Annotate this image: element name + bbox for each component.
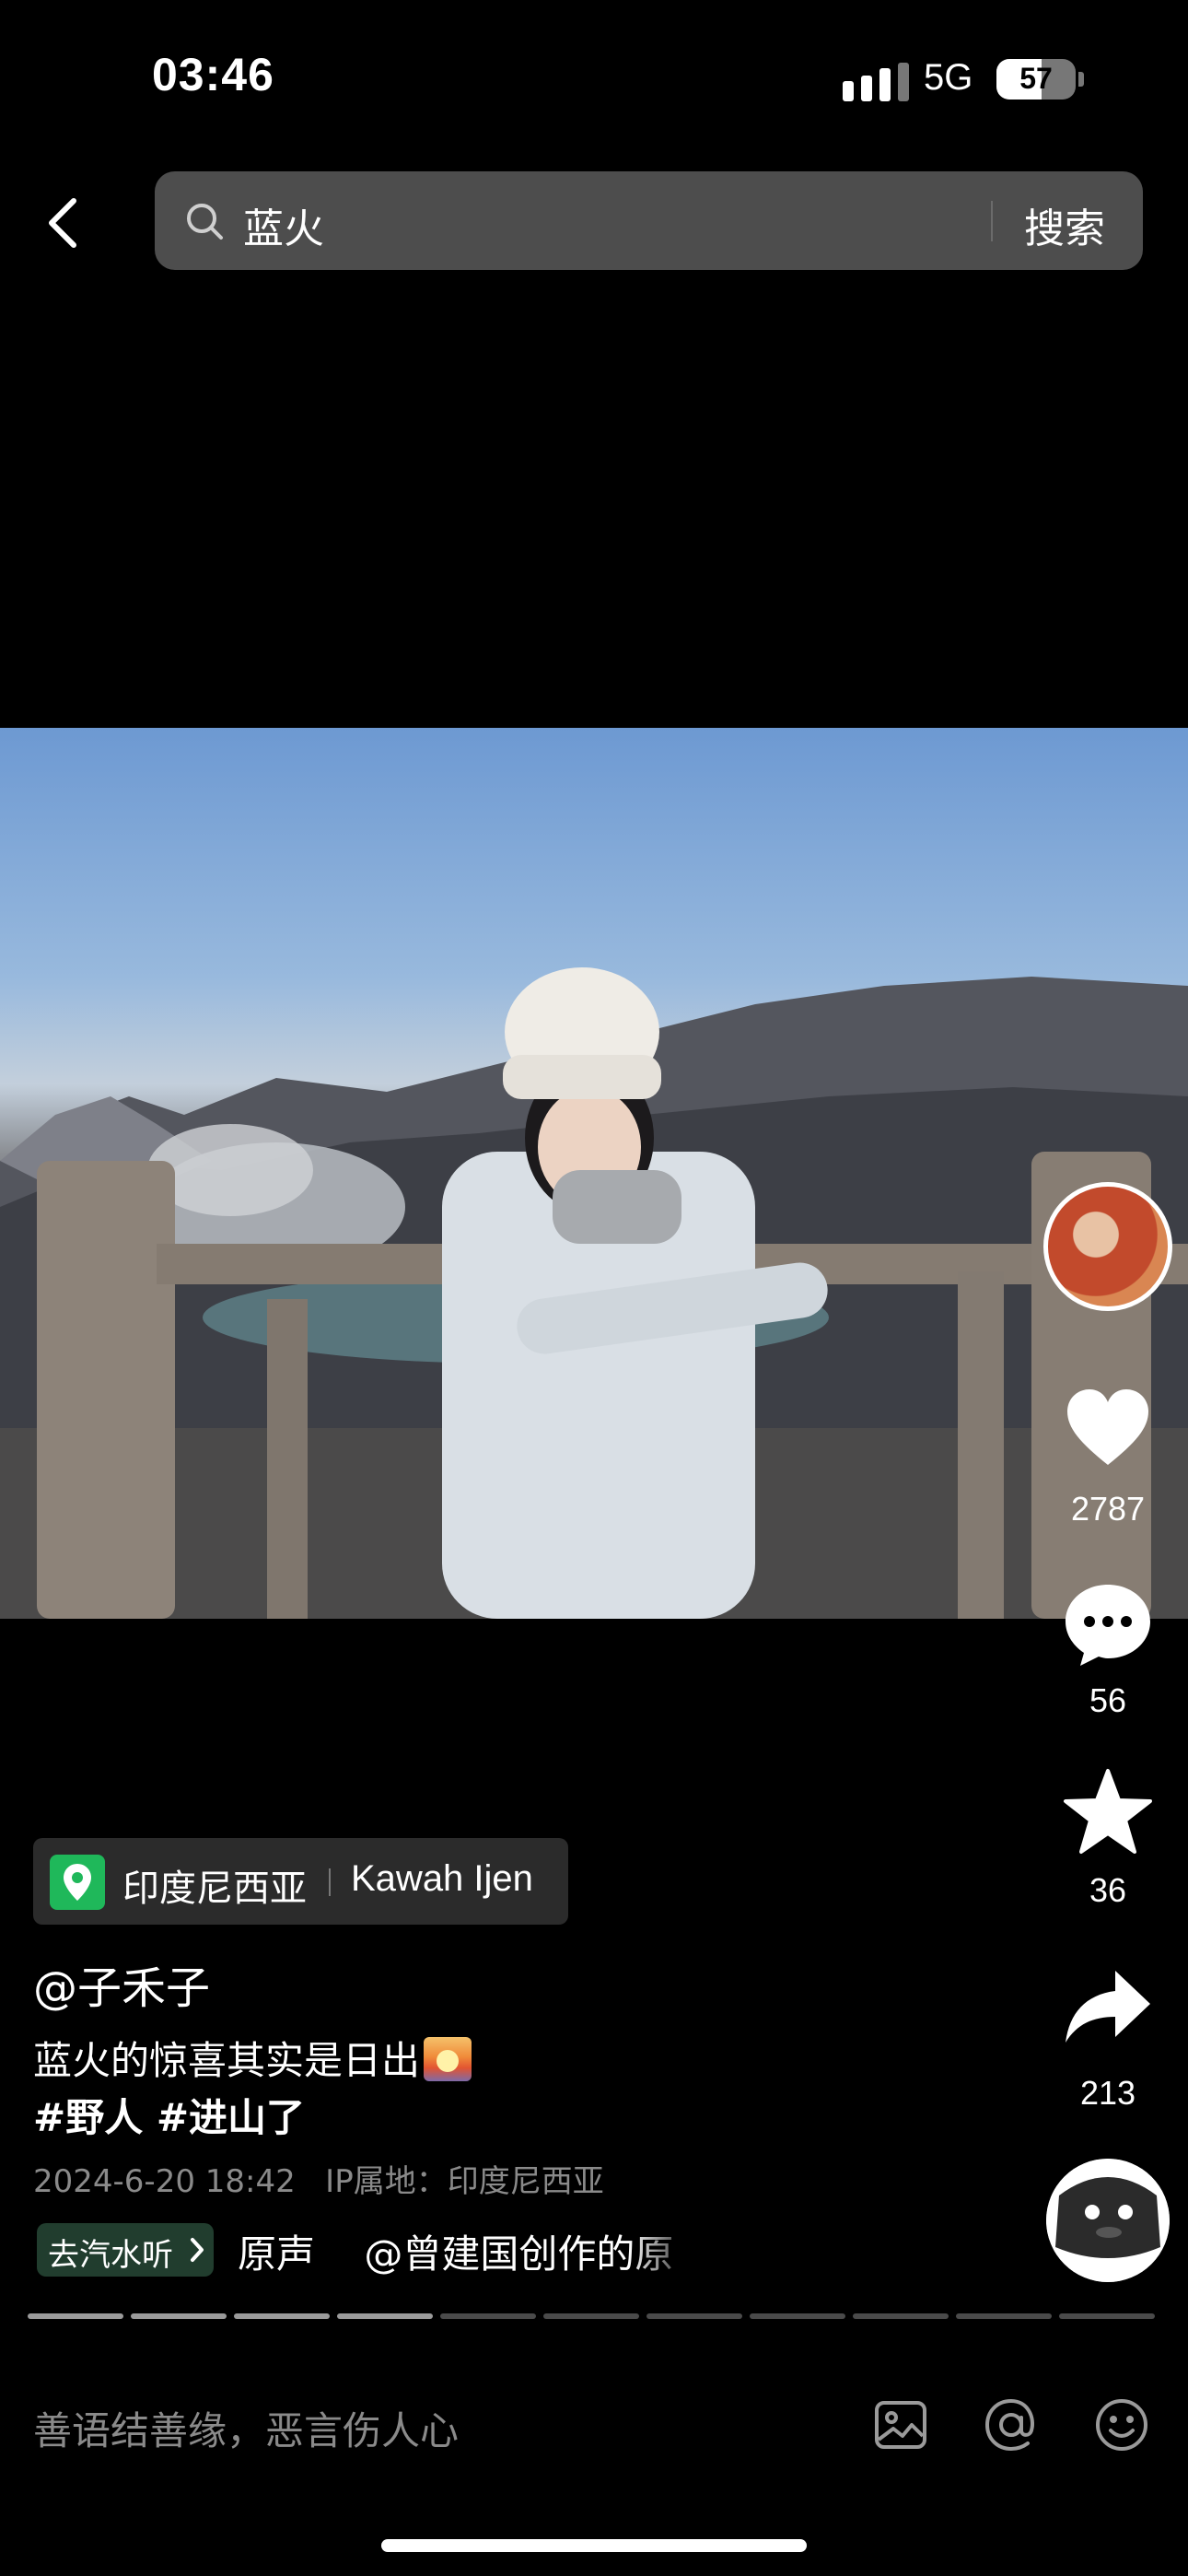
search-icon: [187, 204, 223, 240]
back-button[interactable]: [37, 190, 92, 256]
music-disc-art: [1046, 2159, 1170, 2282]
progress-segment: [646, 2313, 742, 2319]
post-hashtags[interactable]: #野人 #进山了: [33, 2087, 305, 2143]
home-indicator[interactable]: [381, 2539, 807, 2552]
comment-icon[interactable]: [1062, 1577, 1154, 1669]
author-avatar[interactable]: [1043, 1182, 1172, 1311]
video-frame-image: [0, 967, 1188, 1619]
chevron-right-icon: [191, 2238, 204, 2262]
author-name[interactable]: @子禾子: [33, 1951, 210, 2016]
image-icon[interactable]: [871, 2395, 930, 2454]
at-icon[interactable]: [982, 2395, 1041, 2454]
post-meta: 2024-6-20 18:42 IP属地：印度尼西亚: [33, 2163, 604, 2200]
progress-segment: [131, 2313, 227, 2319]
location-place: Kawah Ijen: [351, 1858, 533, 1899]
network-type: 5G: [924, 57, 973, 98]
progress-segment: [440, 2313, 536, 2319]
location-pin-icon: [50, 1855, 105, 1910]
progress-segment: [853, 2313, 949, 2319]
post-caption: 蓝火的惊喜其实是日出: [33, 2032, 472, 2090]
progress-segment: [234, 2313, 330, 2319]
location-separator: [329, 1868, 331, 1896]
signal-icon: [843, 63, 909, 101]
progress-segment: [543, 2313, 639, 2319]
progress-segment: [337, 2313, 433, 2319]
share-icon[interactable]: [1062, 1963, 1154, 2055]
battery-tip: [1078, 72, 1084, 87]
progress-segment: [28, 2313, 123, 2319]
chevron-left-icon: [49, 198, 76, 248]
battery-level: 57: [1019, 62, 1053, 95]
comment-input[interactable]: 善语结善缘，恶言伤人心: [33, 2400, 459, 2456]
search-button[interactable]: 搜索: [1024, 195, 1105, 254]
status-time: 03:46: [152, 49, 274, 100]
favorite-count: 36: [1089, 1871, 1127, 1909]
star-icon[interactable]: [1062, 1767, 1154, 1859]
share-count: 213: [1079, 2074, 1136, 2112]
sunrise-emoji-icon: [424, 2037, 472, 2081]
progress-segment: [750, 2313, 845, 2319]
caption-text: 蓝火的惊喜其实是日出: [33, 2038, 421, 2083]
music-disc[interactable]: [1046, 2159, 1170, 2282]
search-divider: [991, 201, 993, 241]
search-input[interactable]: 蓝火: [243, 195, 324, 254]
progress-segment: [956, 2313, 1052, 2319]
music-app-label: 去汽水听: [48, 2237, 173, 2274]
music-marquee[interactable]: 原声 @曾建国创作的原: [238, 2223, 698, 2279]
video-player[interactable]: [0, 728, 1188, 1619]
emoji-icon[interactable]: [1092, 2395, 1151, 2454]
comment-count: 56: [1089, 1681, 1127, 1719]
location-country: 印度尼西亚: [122, 1868, 307, 1910]
like-count: 2787: [1070, 1490, 1146, 1528]
progress-segment: [1059, 2313, 1155, 2319]
heart-icon[interactable]: [1062, 1384, 1154, 1476]
battery-icon: 57: [996, 59, 1076, 100]
